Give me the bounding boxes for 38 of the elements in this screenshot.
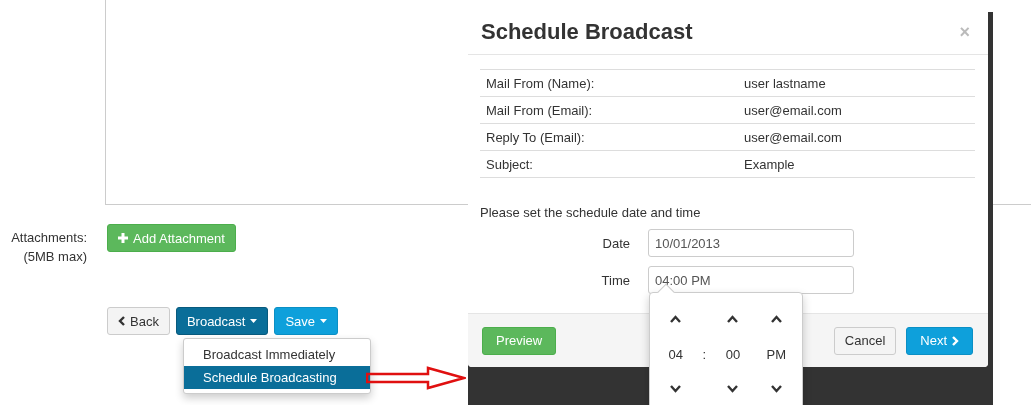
plus-icon: [118, 233, 128, 243]
menu-item[interactable]: Broadcast Immediately: [184, 343, 370, 366]
chevron-down-icon[interactable]: [727, 385, 739, 393]
caret-icon: [250, 319, 258, 323]
chevron-up-icon[interactable]: [670, 315, 682, 323]
detail-label: Reply To (Email):: [486, 129, 586, 145]
detail-value: user lastname: [744, 75, 827, 91]
time-separator: :: [702, 346, 707, 362]
input-field[interactable]: 10/01/2013: [648, 229, 854, 257]
detail-label: Mail From (Name):: [486, 75, 596, 91]
chevron-down-icon[interactable]: [670, 385, 682, 393]
field-label: Time: [600, 272, 630, 288]
save-button[interactable]: Save: [274, 307, 339, 335]
size-limit-note: (5MB max): [23, 249, 87, 264]
minute-value: 00: [725, 346, 741, 362]
hour-value: 04: [668, 346, 683, 362]
period-value: PM: [766, 346, 787, 362]
chevron-down-icon[interactable]: [770, 385, 782, 393]
back-button[interactable]: Back: [107, 307, 170, 335]
input-field[interactable]: 04:00 PM: [648, 266, 854, 294]
chevron-left-icon: [118, 316, 125, 326]
menu-item[interactable]: Schedule Broadcasting: [184, 366, 370, 389]
schedule-prompt: Please set the schedule date and time: [480, 205, 702, 220]
detail-value: user@email.com: [744, 129, 843, 145]
cancel-button[interactable]: Cancel: [833, 326, 897, 355]
broadcast-button[interactable]: Broadcast: [175, 307, 269, 335]
detail-value: Example: [744, 156, 796, 172]
chevron-up-icon[interactable]: [770, 315, 782, 323]
attachments-label: Attachments:: [11, 230, 87, 245]
detail-label: Subject:: [486, 156, 534, 172]
detail-label: Mail From (Email):: [486, 102, 594, 118]
caret-icon: [320, 319, 328, 323]
chevron-right-icon: [952, 335, 959, 346]
dialog-title: Schedule Broadcast: [481, 19, 693, 45]
next-button[interactable]: Next: [906, 326, 973, 355]
field-label: Date: [601, 235, 630, 251]
chevron-up-icon[interactable]: [727, 315, 739, 323]
detail-value: user@email.com: [744, 102, 843, 118]
